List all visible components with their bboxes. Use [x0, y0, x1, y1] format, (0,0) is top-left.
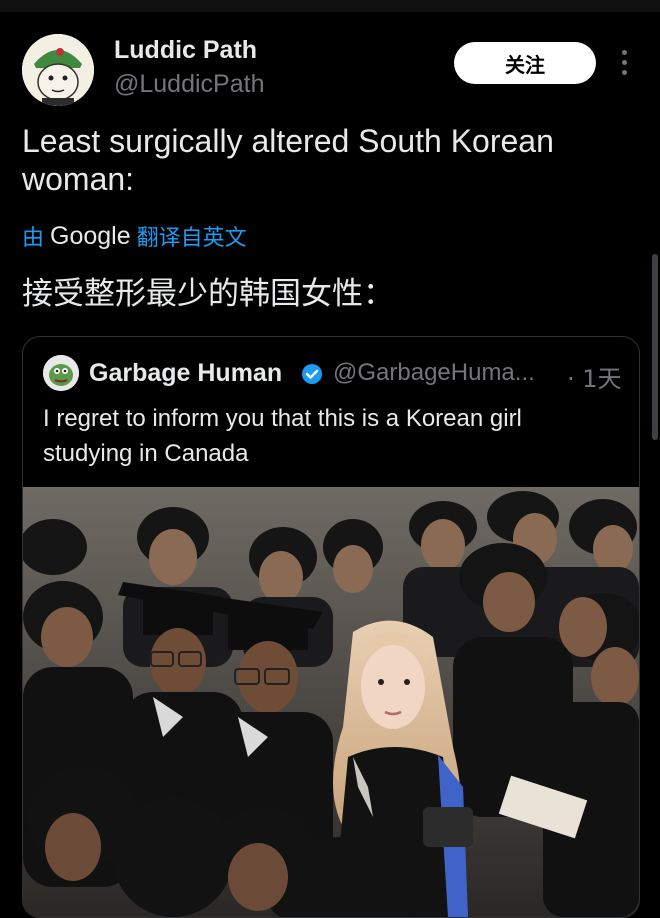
- top-bar: [0, 0, 660, 12]
- translate-prefix: 由: [22, 226, 45, 251]
- translate-suffix: 翻译自英文: [136, 226, 247, 251]
- translated-text: 接受整形最少的韩国女性：: [22, 276, 394, 312]
- quote-photo[interactable]: [23, 487, 639, 917]
- author-avatar[interactable]: [22, 34, 94, 106]
- tweet-text: Least surgically altered South Korean wo…: [22, 123, 554, 197]
- scrollbar[interactable]: [652, 254, 658, 440]
- google-logo: Google: [50, 221, 131, 250]
- author-name[interactable]: Luddic Path: [114, 36, 257, 65]
- translation-attribution[interactable]: 由 Google 翻译自英文: [22, 220, 247, 252]
- quote-text: I regret to inform you that this is a Ko…: [43, 405, 522, 467]
- quote-author-handle[interactable]: @GarbageHuma...: [333, 359, 535, 387]
- verified-badge-icon: [301, 363, 323, 385]
- quote-author-avatar[interactable]: [43, 355, 79, 391]
- quote-timestamp[interactable]: · 1天: [567, 359, 622, 394]
- follow-button[interactable]: 关注: [454, 42, 596, 84]
- author-handle[interactable]: @LuddicPath: [114, 70, 264, 99]
- quote-author-name[interactable]: Garbage Human: [89, 359, 282, 388]
- quoted-tweet[interactable]: Garbage Human @GarbageHuma... · 1天 I reg…: [22, 336, 640, 918]
- more-options-icon[interactable]: [614, 50, 634, 76]
